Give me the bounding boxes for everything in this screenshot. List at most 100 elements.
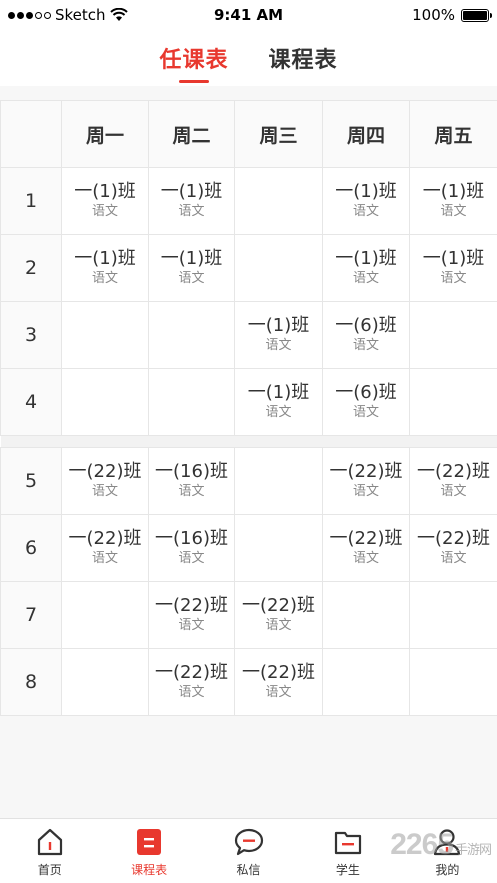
nav-students[interactable]: 学生 xyxy=(298,819,397,883)
schedule-cell[interactable]: 一(22)班 语文 xyxy=(409,447,497,515)
class-name: 一(16)班 xyxy=(155,461,228,482)
schedule-cell[interactable] xyxy=(61,368,149,436)
tab-class-schedule[interactable]: 课程表 xyxy=(269,30,338,86)
schedule-cell[interactable]: 一(22)班 语文 xyxy=(61,447,149,515)
class-name: 一(1)班 xyxy=(335,181,397,202)
subject-name: 语文 xyxy=(178,271,205,286)
period-number: 1 xyxy=(0,167,62,235)
class-name: 一(22)班 xyxy=(417,461,490,482)
class-name: 一(22)班 xyxy=(242,662,315,683)
class-name: 一(1)班 xyxy=(247,315,310,336)
watermark-logo: 2265 手游网 xyxy=(390,828,492,862)
schedule-cell[interactable]: 一(1)班 语文 xyxy=(148,167,235,235)
table-row: 6 一(22)班 语文 一(16)班 语文 一(22)班 语文 一(22)班 语文 xyxy=(0,514,497,582)
table-row: 4 一(1)班 语文 一(6)班 语文 xyxy=(0,368,497,436)
subject-name: 语文 xyxy=(91,204,118,219)
subject-name: 语文 xyxy=(352,405,379,420)
schedule-cell[interactable] xyxy=(409,301,497,369)
subject-name: 语文 xyxy=(265,338,292,353)
schedule-cell[interactable] xyxy=(61,581,149,649)
day-header: 周三 xyxy=(234,100,323,168)
schedule-cell[interactable] xyxy=(61,648,149,716)
schedule-cell[interactable]: 一(22)班 语文 xyxy=(148,648,235,716)
schedule-cell[interactable]: 一(1)班 语文 xyxy=(322,167,410,235)
schedule-cell[interactable] xyxy=(148,368,235,436)
schedule-cell[interactable] xyxy=(234,514,323,582)
schedule-cell[interactable] xyxy=(409,648,497,716)
subject-name: 语文 xyxy=(265,685,292,700)
day-header: 周二 xyxy=(148,100,235,168)
schedule-cell[interactable]: 一(1)班语文 xyxy=(234,301,323,369)
schedule-cell[interactable] xyxy=(409,581,497,649)
schedule-cell[interactable]: 一(1)班 语文 xyxy=(148,234,235,302)
schedule-cell[interactable] xyxy=(234,234,323,302)
table-row: 3 一(1)班 语文 一(6)班 语文 xyxy=(0,301,497,369)
watermark-sub: 手游网 xyxy=(454,842,492,857)
schedule-cell[interactable]: 一(1)班语文 xyxy=(61,167,149,235)
period-number: 5 xyxy=(0,447,62,515)
schedule-cell[interactable]: 一(1)班 语文 xyxy=(322,234,410,302)
class-name: 一(22)班 xyxy=(329,461,403,482)
subject-name: 语文 xyxy=(178,484,205,499)
nav-messages[interactable]: 私信 xyxy=(199,819,298,883)
status-right: 100% xyxy=(412,6,492,24)
schedule-cell[interactable]: 一(1)班语文 xyxy=(61,234,149,302)
table-row: 8 一(22)班 语文 一(22)班 语文 xyxy=(0,648,497,716)
subject-name: 语文 xyxy=(178,685,205,700)
nav-messages-label: 私信 xyxy=(236,863,261,877)
schedule-cell[interactable] xyxy=(148,301,235,369)
nav-profile-label: 我的 xyxy=(435,863,460,877)
schedule-cell[interactable]: 一(22)班 语文 xyxy=(61,514,149,582)
schedule-cell[interactable]: 一(22)班 语文 xyxy=(322,447,410,515)
subject-name: 语文 xyxy=(178,551,205,566)
battery-icon xyxy=(461,8,492,22)
subject-name: 语文 xyxy=(91,271,118,286)
subject-name: 语文 xyxy=(178,204,205,219)
schedule-cell[interactable] xyxy=(409,368,497,436)
schedule-cell[interactable]: 一(22)班语文 xyxy=(234,648,323,716)
class-name: 一(1)班 xyxy=(422,181,485,202)
class-name: 一(22)班 xyxy=(417,528,490,549)
class-name: 一(1)班 xyxy=(247,382,310,403)
subject-name: 语文 xyxy=(440,551,467,566)
schedule-cell[interactable]: 一(16)班语文 xyxy=(148,447,235,515)
schedule-cell[interactable]: 一(22)班语文 xyxy=(148,581,235,649)
nav-home[interactable]: 首页 xyxy=(0,819,99,883)
class-name: 一(1)班 xyxy=(335,248,397,269)
period-number: 8 xyxy=(0,648,62,716)
schedule-cell[interactable]: 一(22)班 语文 xyxy=(234,581,323,649)
subject-name: 语文 xyxy=(178,618,205,633)
class-name: 一(1)班 xyxy=(74,181,136,202)
class-name: 一(6)班 xyxy=(335,315,397,336)
period-number: 6 xyxy=(0,514,62,582)
schedule-cell[interactable]: 一(22)班 语文 xyxy=(322,514,410,582)
schedule-cell[interactable] xyxy=(61,301,149,369)
schedule-cell[interactable] xyxy=(322,581,410,649)
schedule-cell[interactable]: 一(6)班语文 xyxy=(322,301,410,369)
day-header: 周四 xyxy=(322,100,410,168)
day-header: 周五 xyxy=(409,100,497,168)
schedule-cell[interactable]: 一(16)班 语文 xyxy=(148,514,235,582)
schedule-cell[interactable]: 一(1)班 语文 xyxy=(409,234,497,302)
message-icon xyxy=(234,828,263,856)
schedule-cell[interactable]: 一(22)班语文 xyxy=(409,514,497,582)
day-header: 周一 xyxy=(61,100,149,168)
subject-name: 语文 xyxy=(352,338,379,353)
schedule-cell[interactable]: 一(1)班 语文 xyxy=(234,368,323,436)
subject-name: 语文 xyxy=(91,551,118,566)
schedule-cell[interactable]: 一(6)班 语文 xyxy=(322,368,410,436)
table-row: 2 一(1)班 语文 一(1)班 语文 一(1)班 语文 一(1)班 语文 xyxy=(0,234,497,302)
subject-name: 语文 xyxy=(91,484,118,499)
schedule-cell[interactable]: 一(1)班 语文 xyxy=(409,167,497,235)
schedule-cell[interactable] xyxy=(234,167,323,235)
class-name: 一(22)班 xyxy=(155,595,228,616)
class-name: 一(22)班 xyxy=(329,528,403,549)
period-number: 4 xyxy=(0,368,62,436)
class-name: 一(1)班 xyxy=(74,248,136,269)
schedule-cell[interactable] xyxy=(234,447,323,515)
nav-schedule[interactable]: 课程表 xyxy=(99,819,198,883)
tab-teaching-schedule[interactable]: 任课表 xyxy=(159,30,228,86)
class-name: 一(1)班 xyxy=(422,248,485,269)
schedule-cell[interactable] xyxy=(322,648,410,716)
table-row: 1 一(1)班 语文 一(1)班 语文 一(1)班 语文 一(1)班 语文 xyxy=(0,167,497,235)
